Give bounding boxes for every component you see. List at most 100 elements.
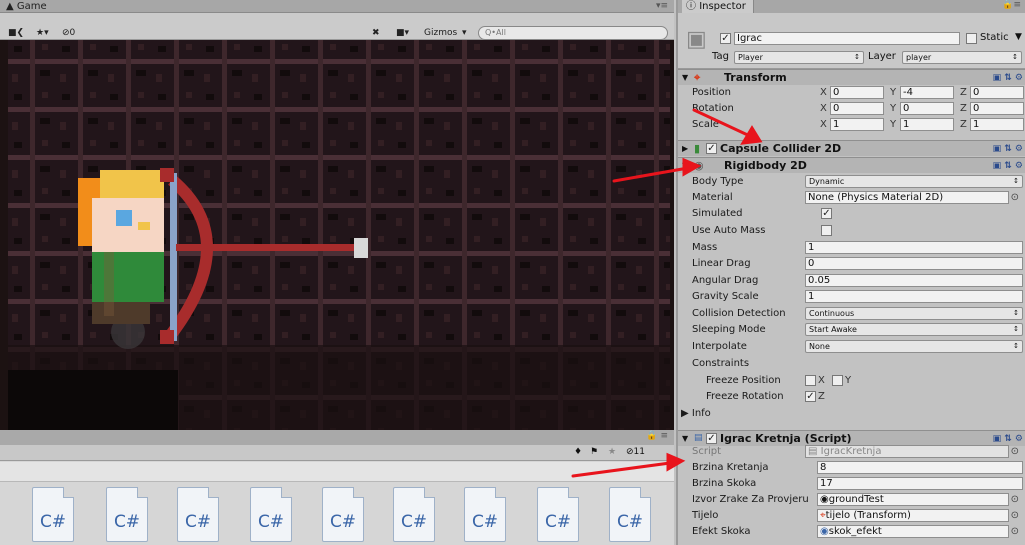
object-picker-icon[interactable]: ⊙: [1011, 492, 1019, 508]
capsule-enabled-checkbox[interactable]: ✓: [706, 143, 717, 154]
body-type-dropdown[interactable]: Dynamic: [805, 175, 1023, 188]
jump-field[interactable]: 17: [817, 477, 1023, 490]
filter-type-icon[interactable]: ♦: [574, 447, 582, 457]
inspector-tab[interactable]: ⓘ Inspector: [682, 0, 754, 13]
foldout-arrow-icon[interactable]: ▼: [682, 158, 688, 173]
collision-detection-row: Collision Detection Continuous: [678, 306, 1025, 322]
sleeping-mode-row: Sleeping Mode Start Awake: [678, 322, 1025, 338]
gravity-scale-field[interactable]: 1: [805, 290, 1023, 303]
lock-icon[interactable]: 🔒≡: [1002, 0, 1021, 10]
rotation-x-field[interactable]: 0: [830, 102, 884, 115]
csharp-script-asset[interactable]: C#: [537, 487, 579, 542]
game-toolbar: ■❮ ★▾ ⊘0 ✖ ■▾ Gizmos ▾ Q•All: [0, 13, 674, 40]
material-field[interactable]: None (Physics Material 2D): [805, 191, 1009, 204]
position-x-field[interactable]: 0: [830, 86, 884, 99]
gizmos-button[interactable]: Gizmos: [424, 27, 457, 39]
simulated-checkbox[interactable]: ✓: [821, 208, 832, 219]
speed-field[interactable]: 8: [817, 461, 1023, 474]
scale-x-field[interactable]: 1: [830, 118, 884, 131]
linear-drag-field[interactable]: 0: [805, 257, 1023, 270]
effects-icon[interactable]: ★▾: [36, 27, 49, 39]
component-settings-icons[interactable]: ▣ ⇅ ⚙: [993, 71, 1023, 86]
game-tab[interactable]: ▲ Game: [2, 0, 53, 13]
info-row[interactable]: ▶ Info: [678, 406, 1025, 422]
scale-z-field[interactable]: 1: [970, 118, 1024, 131]
foldout-arrow-icon[interactable]: ▶: [682, 141, 688, 156]
foldout-arrow-icon[interactable]: ▼: [682, 70, 688, 85]
body-field[interactable]: ⌖tijelo (Transform): [817, 509, 1009, 522]
scale-y-field[interactable]: 1: [900, 118, 954, 131]
object-picker-icon: ⊙: [1010, 446, 1019, 457]
game-search-input[interactable]: Q•All: [478, 26, 668, 40]
csharp-script-asset[interactable]: C#: [393, 487, 435, 542]
mass-field[interactable]: 1: [805, 241, 1023, 254]
tag-dropdown[interactable]: Player: [734, 51, 864, 64]
auto-mass-row: Use Auto Mass: [678, 223, 1025, 239]
body-type-row: Body Type Dynamic: [678, 174, 1025, 190]
component-settings-icons[interactable]: ▣ ⇅ ⚙: [993, 142, 1023, 157]
object-picker-icon[interactable]: ⊙: [1011, 190, 1019, 206]
project-toolbar: ⚲ ♦ ⚑ ★ ⊘11: [0, 445, 674, 474]
object-header: ▣ ✓ Igrac Static ▼ Tag Player Layer play…: [678, 13, 1025, 69]
object-picker-icon[interactable]: ⊙: [1011, 508, 1019, 524]
csharp-script-asset[interactable]: C#: [250, 487, 292, 542]
position-y-field[interactable]: -4: [900, 86, 954, 99]
collision-detection-dropdown[interactable]: Continuous: [805, 307, 1023, 320]
freeze-position-row: Freeze Position X Y: [706, 375, 852, 386]
capsule-collider-icon: ▮: [694, 142, 701, 155]
csharp-script-asset[interactable]: C#: [609, 487, 651, 542]
mute-audio-icon[interactable]: ■❮: [8, 27, 24, 39]
freeze-position-x-checkbox[interactable]: [805, 375, 816, 386]
info-icon: ⓘ: [686, 1, 696, 12]
ray-source-field[interactable]: ◉groundTest: [817, 493, 1009, 506]
favorite-icon[interactable]: ★: [608, 447, 616, 457]
effect-row: Efekt Skoka ◉skok_efekt ⊙: [678, 524, 1025, 540]
object-picker-icon[interactable]: ⊙: [1011, 524, 1019, 540]
linear-drag-row: Linear Drag 0: [678, 256, 1025, 272]
rotation-y-field[interactable]: 0: [900, 102, 954, 115]
transform-header[interactable]: ▼ ⌖ Transform ▣ ⇅ ⚙: [678, 69, 1025, 85]
csharp-script-asset[interactable]: C#: [464, 487, 506, 542]
camera-icon[interactable]: ■▾: [396, 27, 409, 39]
tag-label: Tag: [712, 51, 729, 62]
gravity-scale-row: Gravity Scale 1: [678, 289, 1025, 305]
filter-label-icon[interactable]: ⚑: [590, 447, 598, 457]
interpolate-dropdown[interactable]: None: [805, 340, 1023, 353]
angular-drag-field[interactable]: 0.05: [805, 274, 1023, 287]
auto-mass-checkbox[interactable]: [821, 225, 832, 236]
mass-row: Mass 1: [678, 240, 1025, 256]
inspector-panel: ⓘ Inspector 🔒≡ ▣ ✓ Igrac Static ▼ Tag Pl…: [676, 0, 1025, 545]
jump-row: Brzina Skoka 17: [678, 476, 1025, 492]
static-dropdown-icon[interactable]: ▼: [1015, 32, 1022, 42]
csharp-script-asset[interactable]: C#: [32, 487, 74, 542]
tools-icon[interactable]: ✖: [372, 27, 380, 39]
csharp-script-asset[interactable]: C#: [322, 487, 364, 542]
panel-menu-icon[interactable]: ▾≡: [656, 0, 668, 13]
freeze-position-y-checkbox[interactable]: [832, 375, 843, 386]
object-name-input[interactable]: Igrac: [734, 32, 960, 45]
csharp-script-asset[interactable]: C#: [177, 487, 219, 542]
script-enabled-checkbox[interactable]: ✓: [706, 433, 717, 444]
material-row: Material None (Physics Material 2D) ⊙: [678, 190, 1025, 206]
rigidbody-header[interactable]: ▼ ◉ Rigidbody 2D ▣ ⇅ ⚙: [678, 157, 1025, 173]
hidden-count-badge[interactable]: ⊘11: [626, 447, 645, 457]
active-checkbox[interactable]: ✓: [720, 33, 731, 44]
capsule-collider-header[interactable]: ▶ ▮ ✓ Capsule Collider 2D ▣ ⇅ ⚙: [678, 140, 1025, 156]
scale-row: Scale X1 Y1 Z1: [678, 117, 1025, 133]
freeze-rotation-z-checkbox[interactable]: ✓: [805, 391, 816, 402]
csharp-script-asset[interactable]: C#: [106, 487, 148, 542]
hidden-layers-icon[interactable]: ⊘0: [62, 27, 75, 39]
static-checkbox[interactable]: [966, 33, 977, 44]
position-z-field[interactable]: 0: [970, 86, 1024, 99]
effect-field[interactable]: ◉skok_efekt: [817, 525, 1009, 538]
rotation-z-field[interactable]: 0: [970, 102, 1024, 115]
game-view-panel: ▲ Game ▾≡ ■❮ ★▾ ⊘0 ✖ ■▾ Gizmos ▾ Q•All: [0, 0, 674, 430]
project-top-bar: 🔒 ≡: [0, 430, 674, 445]
lock-icon[interactable]: 🔒 ≡: [646, 431, 668, 441]
component-settings-icons[interactable]: ▣ ⇅ ⚙: [993, 159, 1023, 174]
layer-dropdown[interactable]: player: [902, 51, 1022, 64]
game-scene-view[interactable]: [8, 40, 670, 430]
gizmos-dropdown-icon[interactable]: ▾: [462, 27, 467, 39]
script-field: ▤ IgracKretnja: [805, 445, 1009, 458]
sleeping-mode-dropdown[interactable]: Start Awake: [805, 323, 1023, 336]
